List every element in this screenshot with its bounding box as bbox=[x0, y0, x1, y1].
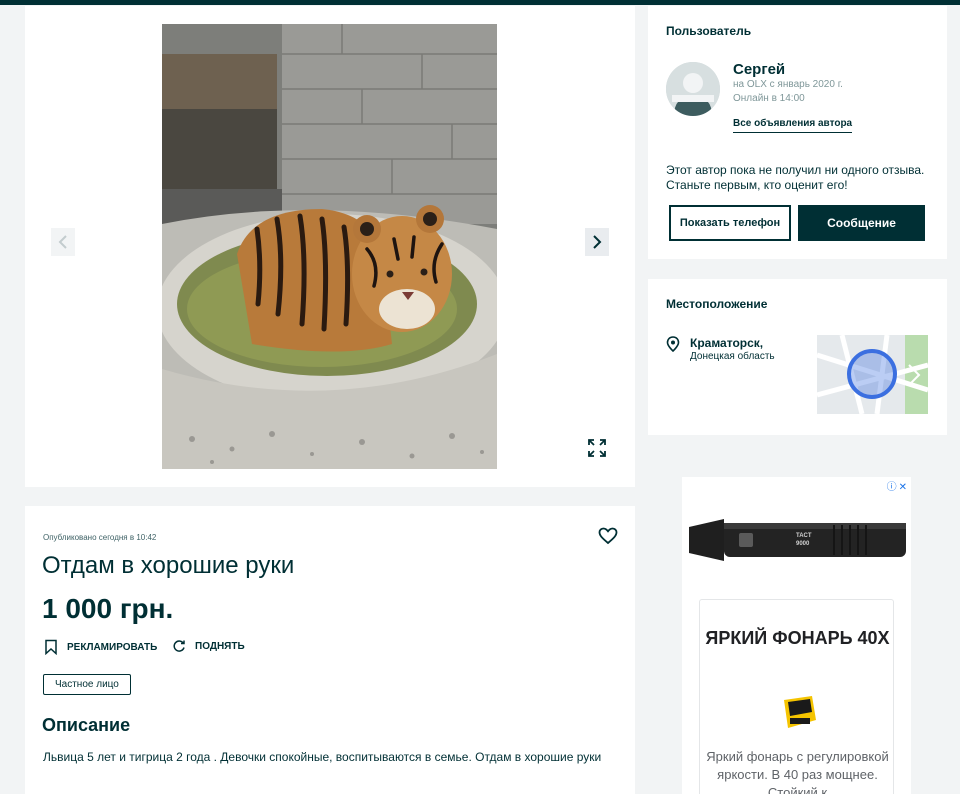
user-section-title: Пользователь bbox=[666, 24, 752, 38]
top-bar bbox=[0, 0, 960, 5]
ad-card[interactable]: ЯРКИЙ ФОНАРЬ 40Х Яркий фонарь с регулиро… bbox=[699, 599, 894, 794]
description-text: Львица 5 лет и тигрица 2 года . Девочки … bbox=[43, 750, 602, 764]
listing-details: Опубликовано сегодня в 10:42 Отдам в хор… bbox=[25, 506, 635, 794]
chevron-right-icon bbox=[593, 235, 602, 249]
listing-price: 1 000 грн. bbox=[42, 593, 174, 624]
review-notice: Этот автор пока не получил ни одного отз… bbox=[666, 163, 925, 192]
ad-banner[interactable]: ⓘ✕ TACT 9000 ЯРКИЙ ФОНАРЬ 40Х Яркий фона… bbox=[682, 477, 911, 794]
listing-photo[interactable] bbox=[162, 24, 497, 469]
location-region: Донецкая область bbox=[690, 351, 775, 362]
ad-title: ЯРКИЙ ФОНАРЬ 40Х bbox=[705, 628, 890, 648]
next-photo-button[interactable] bbox=[585, 228, 609, 256]
location-section-title: Местоположение bbox=[666, 297, 768, 311]
raise-button[interactable]: ПОДНЯТЬ bbox=[172, 639, 245, 653]
photo-gallery bbox=[25, 6, 635, 487]
description-title: Описание bbox=[42, 715, 131, 735]
avatar[interactable] bbox=[666, 62, 720, 116]
bookmark-icon bbox=[45, 639, 57, 655]
posted-date: Опубликовано сегодня в 10:42 bbox=[43, 533, 157, 542]
location-pin-icon bbox=[666, 336, 680, 357]
message-button[interactable]: Сообщение bbox=[798, 205, 925, 241]
heart-icon bbox=[598, 527, 618, 545]
ad-choices-icon[interactable]: ⓘ✕ bbox=[887, 478, 909, 493]
all-user-ads-link[interactable]: Все объявления автора bbox=[733, 118, 853, 133]
user-card: Пользователь Сергей на OLX с январь 2020… bbox=[648, 6, 947, 259]
listing-title: Отдам в хорошие руки bbox=[42, 552, 295, 579]
expand-icon bbox=[588, 439, 606, 457]
location-map[interactable] bbox=[817, 335, 928, 414]
tiger-photo-image bbox=[162, 24, 497, 469]
ad-brand-logo bbox=[776, 690, 820, 734]
favorite-button[interactable] bbox=[598, 527, 618, 550]
user-member-since: на OLX с январь 2020 г. bbox=[733, 79, 843, 90]
svg-text:9000: 9000 bbox=[796, 541, 810, 547]
user-avatar-icon bbox=[666, 62, 720, 116]
svg-text:TACT: TACT bbox=[796, 533, 812, 539]
user-name[interactable]: Сергей bbox=[733, 61, 785, 78]
location-city: Краматорск, bbox=[690, 336, 764, 350]
brand-logo-icon bbox=[784, 696, 816, 728]
promote-button[interactable]: РЕКЛАМИРОВАТЬ bbox=[44, 639, 157, 655]
flashlight-icon: TACT 9000 bbox=[689, 519, 906, 561]
ad-text: Яркий фонарь с регулировкой яркости. В 4… bbox=[706, 749, 889, 794]
fullscreen-button[interactable] bbox=[585, 436, 609, 460]
ad-product-image[interactable]: TACT 9000 bbox=[684, 499, 909, 579]
chevron-left-icon bbox=[58, 235, 67, 249]
promote-label: РЕКЛАМИРОВАТЬ bbox=[67, 641, 158, 653]
user-online-status: Онлайн в 14:00 bbox=[733, 93, 805, 104]
show-phone-button[interactable]: Показать телефон bbox=[669, 205, 791, 241]
map-icon bbox=[817, 335, 928, 414]
refresh-icon bbox=[173, 640, 185, 652]
raise-label: ПОДНЯТЬ bbox=[195, 640, 245, 652]
prev-photo-button[interactable] bbox=[51, 228, 75, 256]
seller-type-badge: Частное лицо bbox=[43, 674, 131, 695]
location-card: Местоположение Краматорск, Донецкая обла… bbox=[648, 279, 947, 435]
